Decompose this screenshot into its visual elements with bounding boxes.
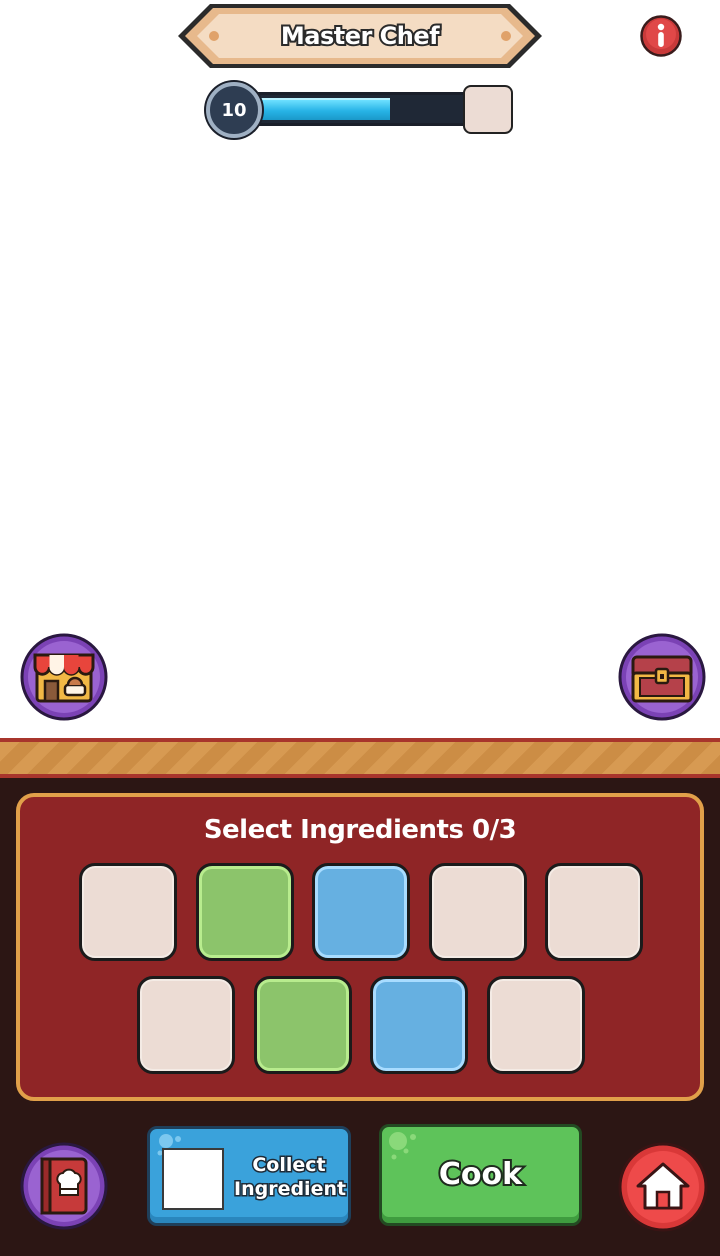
title-banner: Master Chef	[176, 2, 544, 70]
home-button[interactable]	[618, 1142, 708, 1232]
info-button[interactable]	[640, 15, 682, 57]
ingredient-thumbnail	[162, 1148, 224, 1210]
ingredient-slot[interactable]	[487, 976, 585, 1074]
cook-button[interactable]: Cook	[379, 1124, 582, 1226]
shop-icon	[20, 633, 108, 721]
ingredient-slot[interactable]	[545, 863, 643, 961]
recipe-book-icon	[20, 1142, 108, 1230]
level-reward-box[interactable]	[463, 85, 513, 134]
xp-progress-bar	[244, 92, 480, 126]
collect-ingredient-label: Collect Ingredient	[233, 1153, 348, 1202]
game-title: Master Chef	[279, 20, 442, 52]
ingredient-slot[interactable]	[137, 976, 235, 1074]
kitchen-counter	[0, 738, 720, 778]
xp-progress-fill	[247, 98, 390, 120]
ingredient-slot[interactable]	[196, 863, 294, 961]
level-badge: 10	[206, 82, 262, 138]
ingredient-slot[interactable]	[370, 976, 468, 1074]
cook-label: Cook	[437, 1155, 524, 1194]
ingredient-panel: Select Ingredients 0/3	[16, 793, 704, 1101]
home-icon	[618, 1142, 708, 1232]
ingredient-slot[interactable]	[312, 863, 410, 961]
shop-button[interactable]	[20, 633, 108, 721]
ingredient-slot[interactable]	[79, 863, 177, 961]
recipe-book-button[interactable]	[20, 1142, 108, 1230]
ingredient-slot[interactable]	[429, 863, 527, 961]
collect-ingredient-button[interactable]: Collect Ingredient	[147, 1126, 351, 1226]
chest-button[interactable]	[618, 633, 706, 721]
ingredient-slot[interactable]	[254, 976, 352, 1074]
treasure-chest-icon	[618, 633, 706, 721]
ingredient-panel-title: Select Ingredients 0/3	[203, 815, 517, 845]
info-icon	[640, 15, 682, 57]
